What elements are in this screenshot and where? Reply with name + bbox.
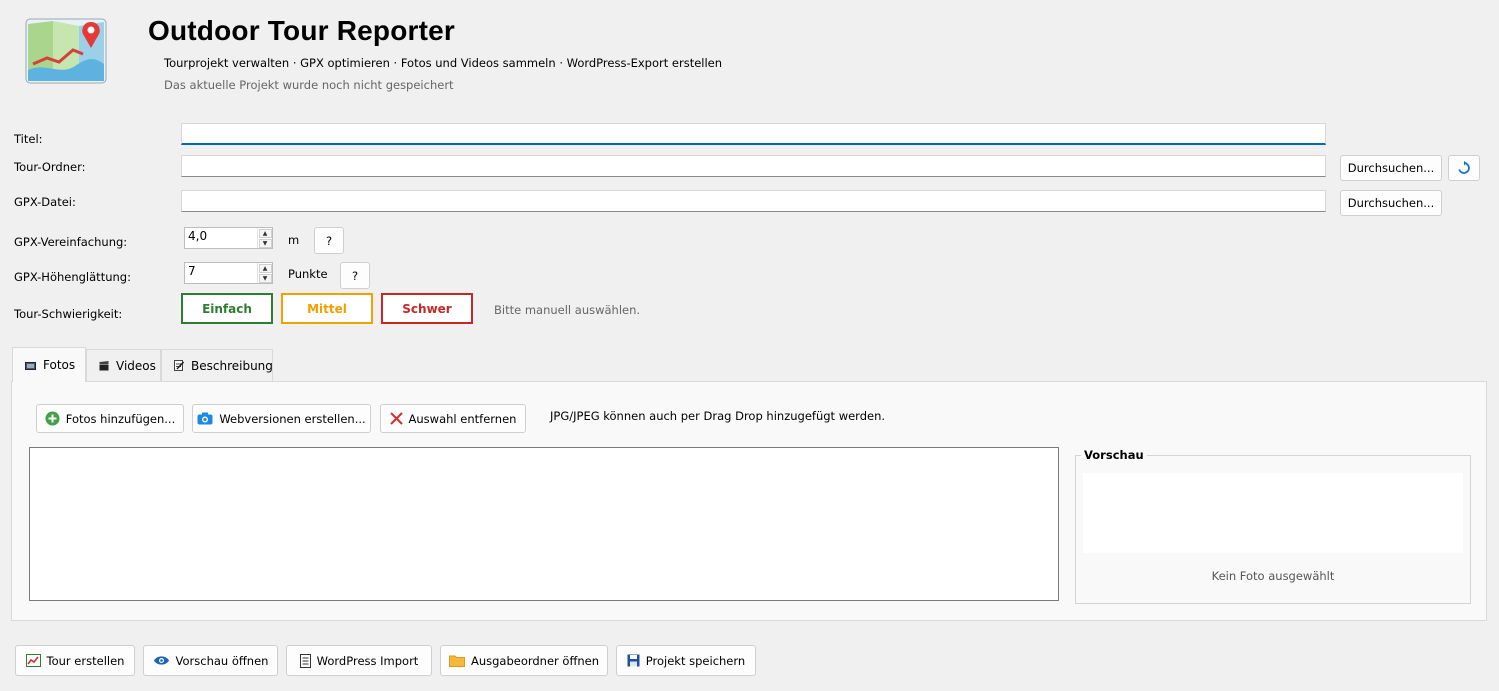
difficulty-label: Tour-Schwierigkeit: xyxy=(14,307,123,321)
gpx-simplify-value: 4,0 xyxy=(188,229,208,243)
save-icon xyxy=(627,654,640,667)
refresh-button[interactable] xyxy=(1448,155,1480,181)
preview-title: Vorschau xyxy=(1081,448,1147,462)
app-title: Outdoor Tour Reporter xyxy=(148,15,455,46)
gpx-simplify-label: GPX-Vereinfachung: xyxy=(14,235,128,249)
document-icon xyxy=(299,653,311,668)
spin-up-icon[interactable]: ▲ xyxy=(258,228,272,238)
plus-circle-icon xyxy=(45,411,60,426)
gpx-simplify-unit: m xyxy=(288,233,300,247)
difficulty-hard-button[interactable]: Schwer xyxy=(381,293,473,324)
gpx-smoothing-spinbox[interactable]: 7 ▲ ▼ xyxy=(184,262,273,284)
photo-list[interactable] xyxy=(29,447,1059,601)
gpx-smoothing-label: GPX-Höhenglättung: xyxy=(14,270,131,284)
close-icon xyxy=(389,412,403,425)
app-subtitle: Tourprojekt verwalten · GPX optimieren ·… xyxy=(164,56,723,70)
save-status-text: Das aktuelle Projekt wurde noch nicht ge… xyxy=(164,78,454,92)
difficulty-hint: Bitte manuell auswählen. xyxy=(494,303,641,317)
photo-icon xyxy=(25,361,36,370)
title-input[interactable] xyxy=(181,123,1326,145)
spin-down-icon[interactable]: ▼ xyxy=(258,273,272,283)
simplify-help-button[interactable]: ? xyxy=(314,227,344,254)
browse-gpx-button[interactable]: Durchsuchen... xyxy=(1340,190,1442,216)
title-label: Titel: xyxy=(14,132,43,146)
spin-up-icon[interactable]: ▲ xyxy=(258,263,272,273)
smoothing-help-button[interactable]: ? xyxy=(340,262,370,289)
eye-icon xyxy=(153,655,170,666)
create-tour-label: Tour erstellen xyxy=(46,653,125,668)
preview-image-area xyxy=(1083,473,1463,553)
edit-icon xyxy=(174,360,184,371)
create-tour-button[interactable]: Tour erstellen xyxy=(15,645,135,676)
add-photos-button[interactable]: Fotos hinzufügen... xyxy=(36,404,184,433)
browse-folder-button[interactable]: Durchsuchen... xyxy=(1340,155,1442,181)
save-project-label: Projekt speichern xyxy=(645,653,746,668)
tour-folder-label: Tour-Ordner: xyxy=(14,160,86,174)
refresh-icon xyxy=(1457,161,1471,175)
tab-videos-label: Videos xyxy=(116,358,156,373)
gpx-simplify-spinbox[interactable]: 4,0 ▲ ▼ xyxy=(184,227,273,249)
clapperboard-icon xyxy=(99,360,109,371)
difficulty-easy-button[interactable]: Einfach xyxy=(181,293,273,324)
chart-line-icon xyxy=(25,654,41,667)
save-project-button[interactable]: Projekt speichern xyxy=(616,645,756,676)
open-output-folder-button[interactable]: Ausgabeordner öffnen xyxy=(440,645,608,676)
difficulty-medium-button[interactable]: Mittel xyxy=(281,293,373,324)
tab-fotos-label: Fotos xyxy=(43,358,76,372)
tab-beschreibung[interactable]: Beschreibung xyxy=(161,349,273,381)
open-preview-button[interactable]: Vorschau öffnen xyxy=(143,645,278,676)
add-photos-label: Fotos hinzufügen... xyxy=(65,411,176,426)
tab-fotos[interactable]: Fotos xyxy=(12,347,86,382)
gpx-file-input[interactable] xyxy=(181,190,1326,212)
create-web-versions-button[interactable]: Webversionen erstellen... xyxy=(192,404,371,433)
open-preview-label: Vorschau öffnen xyxy=(175,653,269,668)
app-logo-icon xyxy=(25,18,107,84)
gpx-smoothing-value: 7 xyxy=(188,264,196,278)
wordpress-import-label: WordPress Import xyxy=(316,653,419,668)
gpx-file-label: GPX-Datei: xyxy=(14,195,76,209)
remove-selection-button[interactable]: Auswahl entfernen xyxy=(380,404,526,433)
wordpress-import-button[interactable]: WordPress Import xyxy=(286,645,432,676)
no-photo-text: Kein Foto ausgewählt xyxy=(1211,569,1335,583)
tour-folder-input[interactable] xyxy=(181,155,1326,177)
remove-selection-label: Auswahl entfernen xyxy=(408,411,517,426)
spin-down-icon[interactable]: ▼ xyxy=(258,238,272,248)
tab-videos[interactable]: Videos xyxy=(86,349,161,381)
drop-hint: JPG/JPEG können auch per Drag Drop hinzu… xyxy=(550,409,886,423)
camera-icon xyxy=(197,412,213,425)
open-output-folder-label: Ausgabeordner öffnen xyxy=(470,653,600,668)
folder-icon xyxy=(448,654,465,667)
create-web-versions-label: Webversionen erstellen... xyxy=(219,411,366,426)
gpx-smoothing-unit: Punkte xyxy=(288,267,328,281)
tab-beschreibung-label: Beschreibung xyxy=(191,358,273,373)
